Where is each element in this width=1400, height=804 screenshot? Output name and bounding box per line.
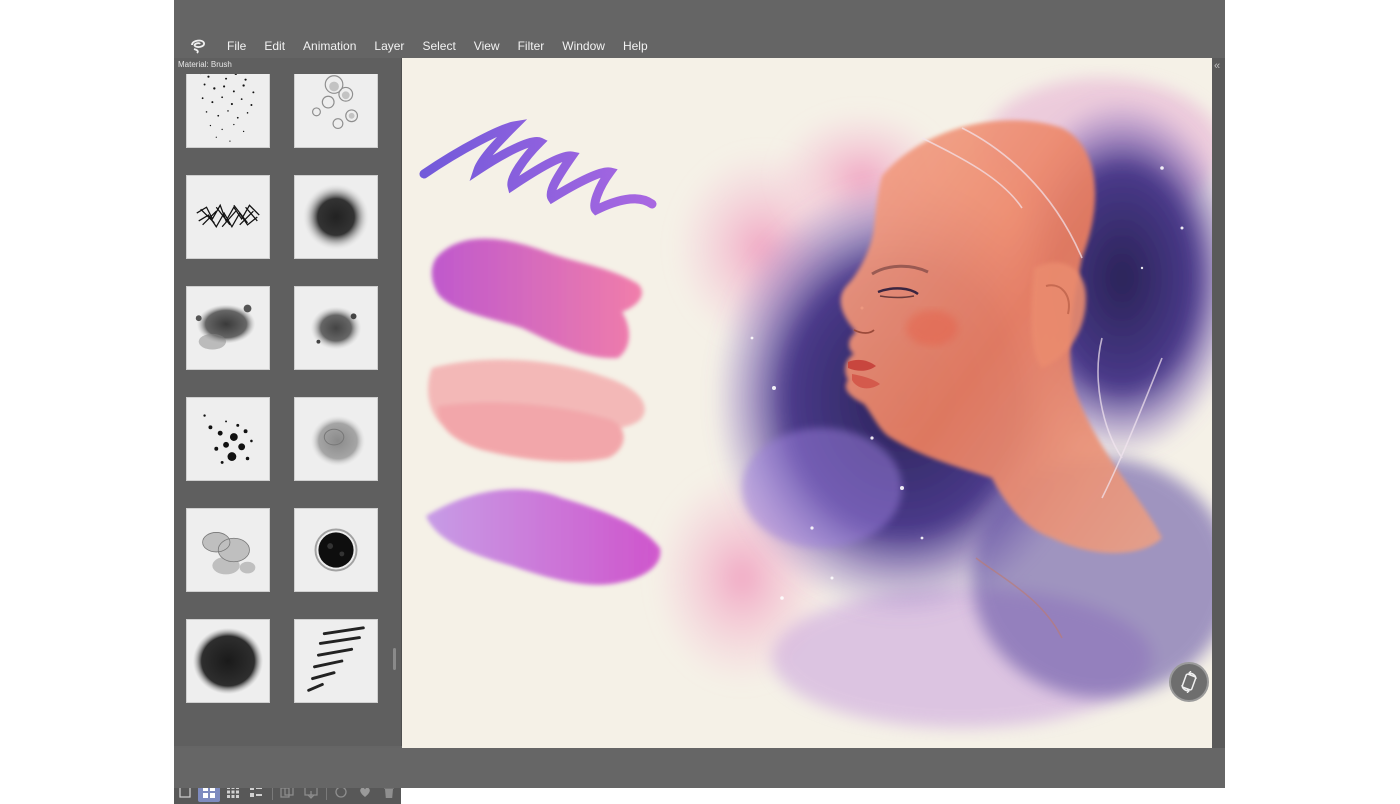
material-thumb-round-soft[interactable] <box>294 175 378 259</box>
material-thumb-watercolor-bloom[interactable] <box>186 508 270 592</box>
panel-title: Material: Brush <box>178 60 232 69</box>
menu-filter[interactable]: Filter <box>509 32 554 60</box>
material-grid[interactable] <box>186 74 386 722</box>
material-thumb-wet-splatter[interactable] <box>186 286 270 370</box>
portrait-painting <box>652 78 1212 728</box>
material-thumb-gray-wash[interactable] <box>294 397 378 481</box>
canvas-rotate-button[interactable] <box>1169 662 1209 702</box>
right-panel-strip <box>1212 58 1225 748</box>
app-logo-icon[interactable] <box>188 36 208 56</box>
material-thumb-dash-stroke[interactable] <box>294 619 378 703</box>
menu-animation[interactable]: Animation <box>294 32 365 60</box>
material-thumb-cloud[interactable] <box>294 286 378 370</box>
material-thumb-soft-blob[interactable] <box>294 74 378 148</box>
menu-edit[interactable]: Edit <box>255 32 294 60</box>
pink-wash-stroke <box>428 360 645 462</box>
material-panel: Material: Brush <box>174 58 401 746</box>
material-thumb-speckle[interactable] <box>186 397 270 481</box>
material-thumb-stipple[interactable] <box>186 74 270 148</box>
drawing-canvas[interactable] <box>402 58 1212 748</box>
status-bar <box>174 748 1225 788</box>
material-thumb-ink-wash[interactable] <box>186 619 270 703</box>
menu-file[interactable]: File <box>218 32 255 60</box>
menu-bar: File Edit Animation Layer Select View Fi… <box>174 32 1225 60</box>
magenta-wash-stroke <box>432 239 642 358</box>
pastel-grain-stroke <box>426 489 660 585</box>
material-thumb-scribble[interactable] <box>186 175 270 259</box>
menu-help[interactable]: Help <box>614 32 657 60</box>
app-window: File Edit Animation Layer Select View Fi… <box>174 0 1225 788</box>
collapse-panel-icon[interactable]: « <box>1214 60 1220 72</box>
violet-scribble-stroke <box>424 126 652 210</box>
panel-scrollbar[interactable] <box>393 648 396 670</box>
menu-select[interactable]: Select <box>413 32 464 60</box>
menu-view[interactable]: View <box>465 32 509 60</box>
menu-window[interactable]: Window <box>553 32 614 60</box>
material-thumb-dark-spot[interactable] <box>294 508 378 592</box>
menu-layer[interactable]: Layer <box>365 32 413 60</box>
